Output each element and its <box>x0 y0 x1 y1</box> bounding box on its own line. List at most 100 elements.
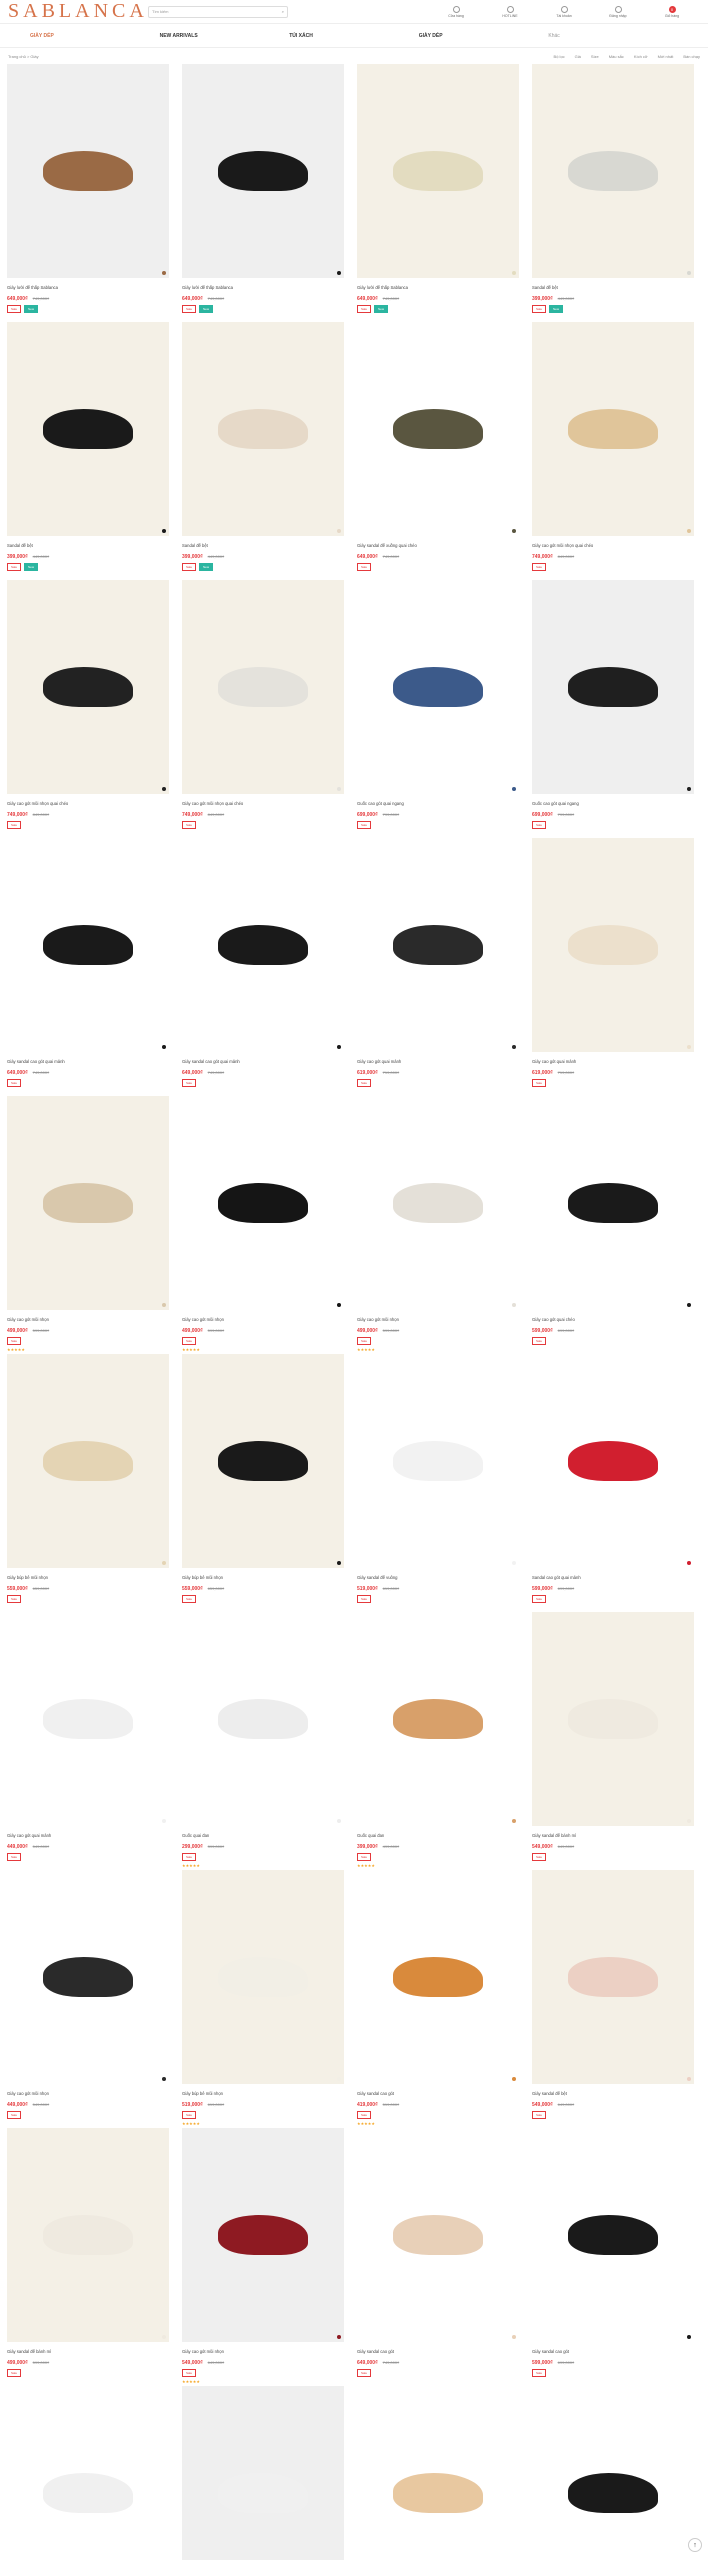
product-name[interactable]: Giày lười đế thấp Sablanca <box>182 285 344 290</box>
scroll-top-button[interactable]: ↑ <box>688 2538 702 2552</box>
product-card[interactable]: Giày sandal đế bánh mì 499,000₫ 599,000₫ Sa… <box>7 2128 169 2386</box>
color-swatch[interactable] <box>337 787 341 791</box>
color-swatch[interactable] <box>337 271 341 275</box>
header-icon-1[interactable]: HOTLINE <box>498 5 522 18</box>
product-card[interactable]: Guốc quai đan 399,000₫ 499,000₫ Sale ★★★★★ <box>357 1612 519 1870</box>
nav-item-tui-xach[interactable]: TÚI XÁCH <box>289 33 419 39</box>
product-name[interactable]: Giày lười đế thấp Sablanca <box>357 285 519 290</box>
color-swatch[interactable] <box>162 2335 166 2339</box>
color-swatch[interactable] <box>337 1561 341 1565</box>
product-card[interactable]: Giày sandal cao gót quai mảnh 649,000₫ 749… <box>7 838 169 1096</box>
product-name[interactable]: Sandal đế bệt <box>182 543 344 548</box>
product-card[interactable]: Sandal đế bệt 399,000₫ 449,000₫ Sale New <box>532 64 694 322</box>
color-swatch[interactable] <box>687 2335 691 2339</box>
color-swatch[interactable] <box>162 271 166 275</box>
product-image[interactable] <box>182 2128 344 2342</box>
product-image[interactable] <box>182 64 344 278</box>
product-image[interactable] <box>532 1354 694 1568</box>
product-name[interactable]: Giày cao gót mũi nhọn <box>7 1317 169 1322</box>
product-name[interactable]: Giày cao gót mũi nhọn quai chéo <box>182 801 344 806</box>
product-image[interactable] <box>532 322 694 536</box>
nav-item-khac[interactable]: Khác <box>548 33 678 39</box>
product-card[interactable]: Guốc cao gót quai ngang 699,000₫ 799,000₫ S… <box>532 580 694 838</box>
breadcrumb[interactable]: Trang chủ > Giày <box>8 54 39 59</box>
product-card[interactable]: Giày sandal cao gót 419,000₫ 519,000₫ Sale ★… <box>357 1870 519 2128</box>
product-name[interactable]: Sandal đế bệt <box>532 285 694 290</box>
color-swatch[interactable] <box>512 1561 516 1565</box>
product-image[interactable] <box>7 1354 169 1568</box>
product-image[interactable] <box>7 1612 169 1826</box>
color-swatch[interactable] <box>687 271 691 275</box>
product-image[interactable] <box>357 1096 519 1310</box>
product-card[interactable]: Giày lười đế thấp Sablanca 649,000₫ 749,00… <box>7 64 169 322</box>
product-card[interactable]: Giày búp bê mũi nhọn 519,000₫ 619,000₫ Sale… <box>182 1870 344 2128</box>
logo[interactable]: SABLANCA <box>8 0 144 23</box>
color-swatch[interactable] <box>162 1819 166 1823</box>
search-icon[interactable]: ⌕ <box>282 9 284 14</box>
color-swatch[interactable] <box>162 787 166 791</box>
product-image[interactable] <box>357 580 519 794</box>
product-card[interactable]: Giày cao gót mũi nhọn 499,000₫ 599,000₫ Sal… <box>357 1096 519 1354</box>
color-swatch[interactable] <box>162 2077 166 2081</box>
product-name[interactable]: Giày sandal cao gót quai mảnh <box>182 1059 344 1064</box>
product-image[interactable] <box>182 322 344 536</box>
nav-item-new-arrivals[interactable]: NEW ARRIVALS <box>160 33 290 39</box>
color-swatch[interactable] <box>512 529 516 533</box>
product-card[interactable]: Sandal cao gót quai mảnh 599,000₫ 699,000₫… <box>532 1354 694 1612</box>
product-card[interactable] <box>532 2386 694 2560</box>
product-card[interactable] <box>182 2386 344 2560</box>
sort-option[interactable]: Kích cỡ <box>634 54 648 59</box>
sort-option[interactable]: Size <box>591 54 599 59</box>
product-name[interactable]: Giày cao gót mũi nhọn quai chéo <box>7 801 169 806</box>
color-swatch[interactable] <box>337 2335 341 2339</box>
product-name[interactable]: Giày cao gót mũi nhọn <box>357 1317 519 1322</box>
color-swatch[interactable] <box>162 1303 166 1307</box>
product-card[interactable]: Guốc cao gót quai ngang 699,000₫ 799,000₫ S… <box>357 580 519 838</box>
product-name[interactable]: Giày cao gót quai chéo <box>532 1317 694 1322</box>
product-image[interactable] <box>182 1354 344 1568</box>
nav-item-giay-dep-2[interactable]: GIÀY DÉP <box>419 33 549 39</box>
header-icon-3[interactable]: Đăng nhập <box>606 5 630 18</box>
product-name[interactable]: Giày cao gót mũi nhọn <box>7 2091 169 2096</box>
product-card[interactable]: Giày cao gót mũi nhọn 449,000₫ 549,000₫ Sal… <box>7 1870 169 2128</box>
product-card[interactable] <box>7 2386 169 2560</box>
product-name[interactable]: Guốc quai đan <box>182 1833 344 1838</box>
product-image[interactable] <box>532 580 694 794</box>
product-name[interactable]: Giày sandal cao gót quai mảnh <box>7 1059 169 1064</box>
product-name[interactable]: Giày sandal đế vuông <box>357 1575 519 1580</box>
product-card[interactable]: Giày cao gót mũi nhọn quai chéo 749,000₫ 8… <box>182 580 344 838</box>
sort-option[interactable]: Bộ lọc <box>554 54 565 59</box>
color-swatch[interactable] <box>512 2077 516 2081</box>
product-image[interactable] <box>7 2386 169 2560</box>
product-card[interactable]: Sandal đế bệt 399,000₫ 449,000₫ Sale New <box>7 322 169 580</box>
color-swatch[interactable] <box>687 1819 691 1823</box>
sort-option[interactable]: Bán chạy <box>683 54 700 59</box>
header-icon-4[interactable]: 0 Giỏ hàng <box>660 5 684 18</box>
product-name[interactable]: Guốc quai đan <box>357 1833 519 1838</box>
product-image[interactable] <box>7 580 169 794</box>
product-card[interactable]: Giày sandal đế vuông 519,000₫ 619,000₫ Sale <box>357 1354 519 1612</box>
product-name[interactable]: Giày cao gót quai mảnh <box>357 1059 519 1064</box>
color-swatch[interactable] <box>512 2335 516 2339</box>
product-card[interactable]: Giày cao gót quai mảnh 449,000₫ 549,000₫ Sa… <box>7 1612 169 1870</box>
product-name[interactable]: Giày lười đế thấp Sablanca <box>7 285 169 290</box>
color-swatch[interactable] <box>512 787 516 791</box>
product-image[interactable] <box>357 1354 519 1568</box>
color-swatch[interactable] <box>337 1045 341 1049</box>
color-swatch[interactable] <box>687 1303 691 1307</box>
product-card[interactable] <box>357 2386 519 2560</box>
color-swatch[interactable] <box>162 1561 166 1565</box>
product-card[interactable]: Giày cao gót quai chéo 599,000₫ 699,000₫ Sa… <box>532 1096 694 1354</box>
product-card[interactable]: Sandal đế bệt 399,000₫ 449,000₫ Sale New <box>182 322 344 580</box>
color-swatch[interactable] <box>337 1819 341 1823</box>
product-name[interactable]: Giày búp bê mũi nhọn <box>182 1575 344 1580</box>
color-swatch[interactable] <box>512 1819 516 1823</box>
product-image[interactable] <box>357 1612 519 1826</box>
product-card[interactable]: Giày sandal cao gót 599,000₫ 699,000₫ Sale <box>532 2128 694 2386</box>
product-image[interactable] <box>357 2128 519 2342</box>
color-swatch[interactable] <box>687 1561 691 1565</box>
header-icon-2[interactable]: Tài khoản <box>552 5 576 18</box>
color-swatch[interactable] <box>337 529 341 533</box>
product-name[interactable]: Giày búp bê mũi nhọn <box>7 1575 169 1580</box>
product-image[interactable] <box>532 2386 694 2560</box>
